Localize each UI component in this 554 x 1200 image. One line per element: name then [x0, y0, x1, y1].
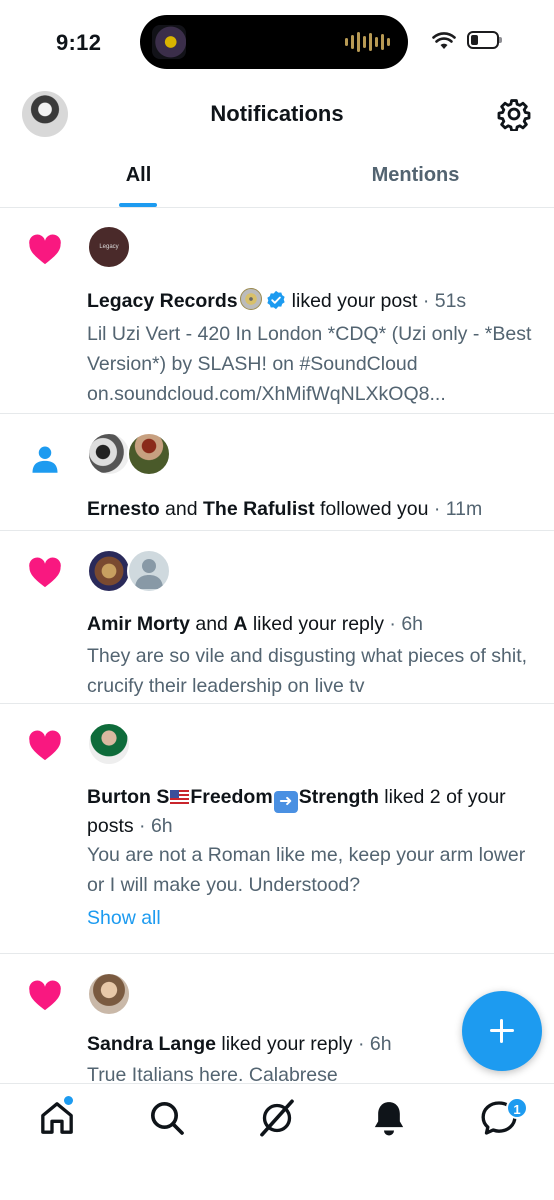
- avatar[interactable]: [87, 549, 131, 593]
- heart-icon: [29, 557, 61, 588]
- actor-name[interactable]: Burton S Freedom ➜ Strength: [87, 786, 379, 813]
- battery-icon: [467, 31, 502, 49]
- audio-waveform-icon: [345, 32, 390, 52]
- cd-emoji-icon: [239, 288, 262, 310]
- timestamp: · 6h: [389, 613, 424, 635]
- notifications-feed: Legacy Legacy Records liked your post · 5…: [0, 208, 554, 1083]
- notification-tabs: All Mentions: [0, 146, 554, 208]
- heart-icon: [29, 730, 61, 761]
- status-bar: 9:12: [0, 0, 554, 84]
- actor-name[interactable]: A: [233, 613, 247, 635]
- post-preview: They are so vile and disgusting what pie…: [87, 645, 528, 697]
- grok-icon[interactable]: [257, 1098, 297, 1138]
- avatar[interactable]: [127, 432, 171, 476]
- compose-post-button[interactable]: [462, 991, 542, 1071]
- tab-mentions[interactable]: Mentions: [277, 146, 554, 208]
- person-icon: [32, 446, 58, 473]
- actor-name[interactable]: Ernesto: [87, 498, 160, 520]
- notification-text: Amir Morty and A liked your reply · 6h: [87, 611, 540, 638]
- notification-item[interactable]: Amir Morty and A liked your reply · 6h T…: [0, 531, 554, 704]
- dynamic-island[interactable]: [140, 15, 408, 69]
- actor-name-part: Burton S: [87, 786, 170, 808]
- tab-all[interactable]: All: [0, 146, 277, 208]
- post-preview: True Italians here. Calabrese: [87, 1064, 338, 1083]
- notification-item[interactable]: Ernesto and The Rafulist followed you · …: [0, 414, 554, 531]
- active-tab-indicator: [119, 203, 157, 207]
- home-unread-dot: [64, 1096, 73, 1105]
- avatar-logo-text: Legacy: [99, 244, 119, 250]
- timestamp: · 11m: [433, 498, 483, 520]
- notification-text: Burton S Freedom ➜ Strength liked 2 of your…: [87, 784, 540, 840]
- bottom-nav: 1: [0, 1083, 554, 1200]
- heart-icon: [29, 234, 61, 265]
- settings-gear-icon[interactable]: [497, 97, 531, 131]
- search-icon[interactable]: [147, 1098, 187, 1138]
- action-text: followed you: [320, 498, 429, 520]
- messages-badge: 1: [506, 1097, 528, 1119]
- action-text: liked your reply: [252, 613, 384, 635]
- show-all-link[interactable]: Show all: [87, 907, 161, 930]
- now-playing-artwork: [152, 25, 186, 59]
- heart-icon: [29, 980, 61, 1011]
- joiner-text: and: [195, 613, 228, 635]
- wifi-icon: [432, 32, 456, 49]
- us-flag-emoji-icon: [170, 790, 190, 804]
- action-text: liked your post: [291, 290, 418, 312]
- bell-icon[interactable]: [369, 1098, 409, 1138]
- action-text: liked your reply: [221, 1033, 353, 1055]
- actor-name[interactable]: Legacy Records: [87, 290, 238, 312]
- actor-name[interactable]: The Rafulist: [203, 498, 315, 520]
- post-preview: Lil Uzi Vert - 420 In London *CDQ* (Uzi …: [87, 323, 532, 405]
- page-title: Notifications: [210, 101, 344, 126]
- timestamp: · 6h: [139, 815, 173, 837]
- timestamp: · 51s: [422, 290, 467, 312]
- actor-name[interactable]: Sandra Lange: [87, 1033, 216, 1055]
- actor-name[interactable]: Amir Morty: [87, 613, 190, 635]
- notification-text: Legacy Records liked your post · 51s: [87, 288, 540, 315]
- post-preview: You are not a Roman like me, keep your a…: [87, 844, 526, 896]
- verified-badge-icon: [267, 290, 285, 310]
- notification-item[interactable]: Burton S Freedom ➜ Strength liked 2 of your…: [0, 704, 554, 954]
- timestamp: · 6h: [357, 1033, 392, 1055]
- actor-name-part: Freedom: [190, 786, 273, 808]
- avatar[interactable]: [87, 972, 131, 1016]
- header: Notifications: [0, 84, 554, 146]
- avatar[interactable]: Legacy: [87, 225, 131, 269]
- default-avatar-icon[interactable]: [127, 549, 171, 593]
- status-time: 9:12: [56, 30, 102, 55]
- joiner-text: and: [165, 498, 198, 520]
- actor-name-part: Strength: [298, 786, 379, 808]
- avatar[interactable]: [87, 432, 131, 476]
- right-arrow-emoji-icon: ➜: [273, 791, 298, 813]
- notification-text: Ernesto and The Rafulist followed you · …: [87, 496, 540, 523]
- notification-item[interactable]: Legacy Legacy Records liked your post · 5…: [0, 208, 554, 414]
- avatar[interactable]: [87, 722, 131, 766]
